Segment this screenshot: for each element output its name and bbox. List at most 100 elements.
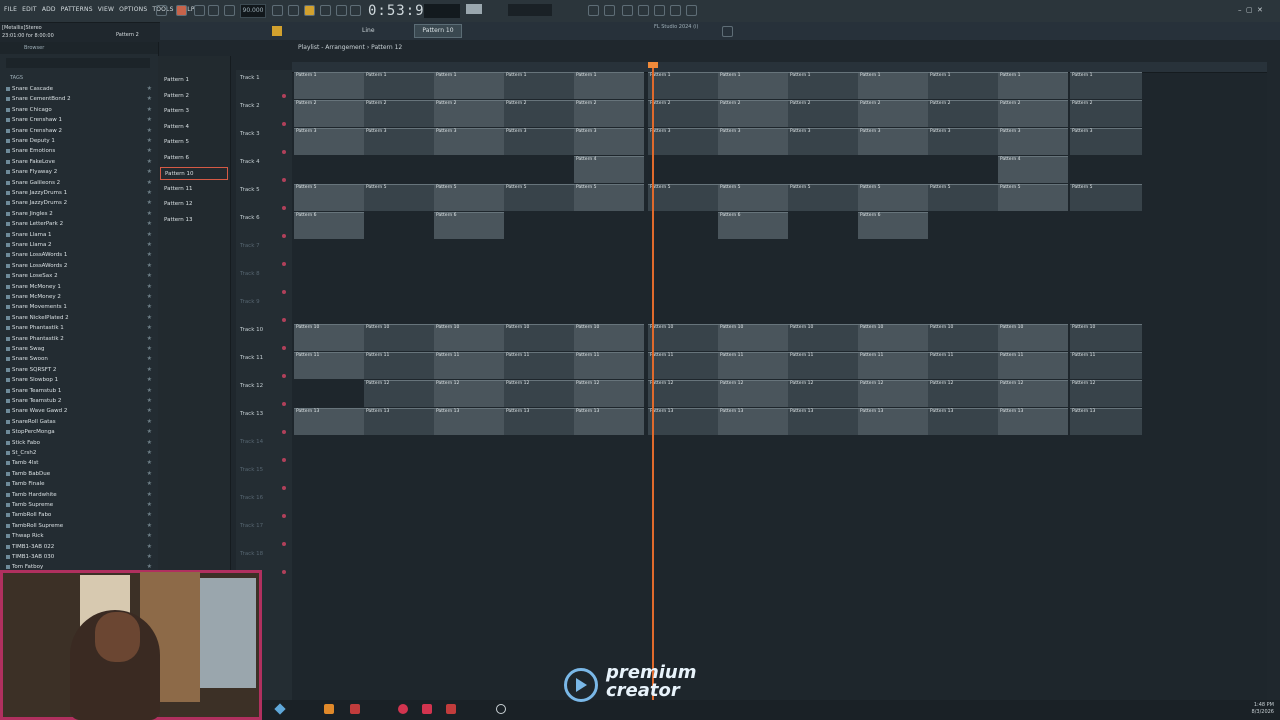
pattern-clip[interactable]: Pattern 2 bbox=[648, 100, 718, 127]
star-icon[interactable]: ★ bbox=[147, 500, 152, 510]
pattern-clip[interactable]: Pattern 12 bbox=[1070, 380, 1142, 407]
pattern-clip[interactable]: Pattern 13 bbox=[504, 408, 574, 435]
track-header[interactable]: Track 5 bbox=[236, 184, 292, 212]
browser-item[interactable]: Snare Cascade ★ bbox=[6, 84, 156, 94]
pattern-clip[interactable]: Pattern 12 bbox=[648, 380, 718, 407]
pattern-clip[interactable]: Pattern 1 bbox=[364, 72, 434, 99]
pattern-clip[interactable]: Pattern 10 bbox=[788, 324, 858, 351]
browser-item[interactable]: Snare Slowbop 1 ★ bbox=[6, 375, 156, 385]
star-icon[interactable]: ★ bbox=[147, 386, 152, 396]
track-mute-indicator[interactable] bbox=[282, 402, 286, 406]
browser-item[interactable]: Snare SQRSFT 2 ★ bbox=[6, 365, 156, 375]
pattern-clip[interactable]: Pattern 3 bbox=[434, 128, 504, 155]
browser-item[interactable]: Snare Llama 1 ★ bbox=[6, 230, 156, 240]
pattern-clip[interactable]: Pattern 12 bbox=[434, 380, 504, 407]
track-mute-indicator[interactable] bbox=[282, 514, 286, 518]
track-mute-indicator[interactable] bbox=[282, 458, 286, 462]
playhead[interactable] bbox=[652, 62, 654, 702]
pattern-clip[interactable]: Pattern 11 bbox=[718, 352, 788, 379]
pattern-clip[interactable]: Pattern 10 bbox=[364, 324, 434, 351]
track-mute-indicator[interactable] bbox=[282, 318, 286, 322]
pattern-clip[interactable]: Pattern 12 bbox=[574, 380, 644, 407]
star-icon[interactable]: ★ bbox=[147, 438, 152, 448]
pattern-song-toggle-icon[interactable] bbox=[176, 5, 187, 16]
browser-item[interactable]: Snare CementBond 2 ★ bbox=[6, 94, 156, 104]
chat-icon[interactable] bbox=[686, 5, 697, 16]
pattern-clip[interactable]: Pattern 2 bbox=[1070, 100, 1142, 127]
pattern-list-item[interactable]: Pattern 6 bbox=[160, 152, 228, 165]
pattern-clip[interactable]: Pattern 3 bbox=[574, 128, 644, 155]
pattern-clip[interactable]: Pattern 3 bbox=[998, 128, 1068, 155]
pattern-clip[interactable]: Pattern 11 bbox=[1070, 352, 1142, 379]
taskbar-app-icon-5[interactable] bbox=[496, 704, 506, 714]
pattern-clip[interactable]: Pattern 11 bbox=[434, 352, 504, 379]
fl-studio-taskbar-icon[interactable] bbox=[324, 704, 334, 714]
browser-item[interactable]: TambRoll Fabo ★ bbox=[6, 510, 156, 520]
pattern-clip[interactable]: Pattern 3 bbox=[788, 128, 858, 155]
star-icon[interactable]: ★ bbox=[147, 230, 152, 240]
pattern-selector[interactable]: Pattern 10 bbox=[414, 24, 462, 38]
mixer-icon[interactable] bbox=[588, 5, 599, 16]
pattern-clip[interactable]: Pattern 5 bbox=[998, 184, 1068, 211]
track-mute-indicator[interactable] bbox=[282, 150, 286, 154]
pattern-clip[interactable]: Pattern 2 bbox=[294, 100, 364, 127]
browser-item[interactable]: Stick Fabo ★ bbox=[6, 438, 156, 448]
track-mute-indicator[interactable] bbox=[282, 206, 286, 210]
pattern-clip[interactable]: Pattern 10 bbox=[998, 324, 1068, 351]
menu-file[interactable]: FILE bbox=[4, 6, 17, 13]
pattern-clip[interactable]: Pattern 1 bbox=[574, 72, 644, 99]
star-icon[interactable]: ★ bbox=[147, 531, 152, 541]
channel-rack-icon[interactable] bbox=[604, 5, 615, 16]
track-header[interactable]: Track 7 bbox=[236, 240, 292, 268]
browser-item[interactable]: Snare Galileons 2 ★ bbox=[6, 178, 156, 188]
browser-item[interactable]: Snare LetterPark 2 ★ bbox=[6, 219, 156, 229]
browser-tab[interactable]: Browser bbox=[24, 45, 44, 51]
browser-item[interactable]: Tamb Hardwhite ★ bbox=[6, 490, 156, 500]
star-icon[interactable]: ★ bbox=[147, 344, 152, 354]
menu-add[interactable]: ADD bbox=[42, 6, 56, 13]
star-icon[interactable]: ★ bbox=[147, 365, 152, 375]
pattern-clip[interactable]: Pattern 5 bbox=[364, 184, 434, 211]
browser-item[interactable]: TambRoll Supreme ★ bbox=[6, 521, 156, 531]
pattern-clip[interactable]: Pattern 2 bbox=[788, 100, 858, 127]
pattern-clip[interactable]: Pattern 1 bbox=[294, 72, 364, 99]
star-icon[interactable]: ★ bbox=[147, 396, 152, 406]
pattern-clip[interactable]: Pattern 10 bbox=[504, 324, 574, 351]
star-icon[interactable]: ★ bbox=[147, 198, 152, 208]
browser-item[interactable]: Snare LoseSax 2 ★ bbox=[6, 271, 156, 281]
pattern-clip[interactable]: Pattern 3 bbox=[928, 128, 998, 155]
pattern-clip[interactable]: Pattern 3 bbox=[718, 128, 788, 155]
pattern-clip[interactable]: Pattern 11 bbox=[998, 352, 1068, 379]
star-icon[interactable]: ★ bbox=[147, 240, 152, 250]
loop-record-icon[interactable] bbox=[304, 5, 315, 16]
browser-item[interactable]: Snare Swag ★ bbox=[6, 344, 156, 354]
browser-item[interactable]: St_Crsh2 ★ bbox=[6, 448, 156, 458]
track-header[interactable]: Track 3 bbox=[236, 128, 292, 156]
browser-icon[interactable] bbox=[638, 5, 649, 16]
pattern-clip[interactable]: Pattern 5 bbox=[294, 184, 364, 211]
star-icon[interactable]: ★ bbox=[147, 469, 152, 479]
wait-icon[interactable] bbox=[288, 5, 299, 16]
browser-item[interactable]: Snare Movements 1 ★ bbox=[6, 302, 156, 312]
star-icon[interactable]: ★ bbox=[147, 417, 152, 427]
pattern-clip[interactable]: Pattern 2 bbox=[858, 100, 928, 127]
pattern-clip[interactable]: Pattern 12 bbox=[364, 380, 434, 407]
browser-item[interactable]: Tamb 4lst ★ bbox=[6, 458, 156, 468]
star-icon[interactable]: ★ bbox=[147, 302, 152, 312]
pattern-clip[interactable]: Pattern 5 bbox=[648, 184, 718, 211]
pattern-clip[interactable]: Pattern 11 bbox=[858, 352, 928, 379]
track-mute-indicator[interactable] bbox=[282, 122, 286, 126]
star-icon[interactable]: ★ bbox=[147, 448, 152, 458]
browser-item[interactable]: Tamb Supreme ★ bbox=[6, 500, 156, 510]
browser-item[interactable]: Tamb Finale ★ bbox=[6, 479, 156, 489]
youtube-icon[interactable] bbox=[422, 704, 432, 714]
news-icon[interactable] bbox=[722, 26, 733, 37]
stop-icon[interactable] bbox=[208, 5, 219, 16]
pattern-clip[interactable]: Pattern 4 bbox=[574, 156, 644, 183]
star-icon[interactable]: ★ bbox=[147, 105, 152, 115]
star-icon[interactable]: ★ bbox=[147, 375, 152, 385]
star-icon[interactable]: ★ bbox=[147, 94, 152, 104]
star-icon[interactable]: ★ bbox=[147, 479, 152, 489]
star-icon[interactable]: ★ bbox=[147, 178, 152, 188]
taskbar-app-icon-3[interactable] bbox=[398, 704, 408, 714]
